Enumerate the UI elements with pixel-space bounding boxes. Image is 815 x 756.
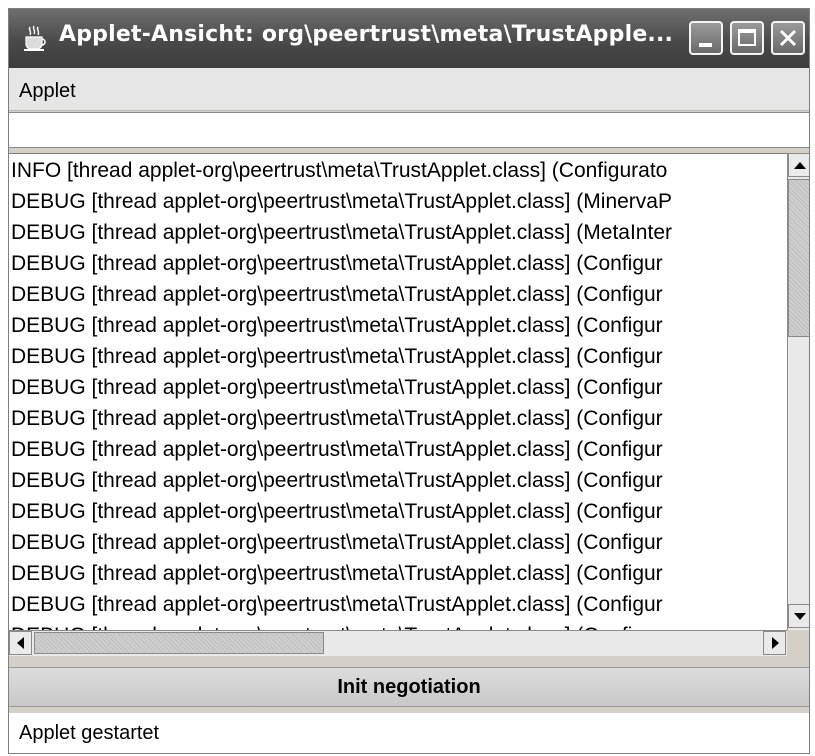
log-line: DEBUG [thread applet-org\peertrust\meta\… [11,621,663,630]
menu-applet[interactable]: Applet [19,80,76,103]
log-line: DEBUG [thread applet-org\peertrust\meta\… [11,376,663,399]
horizontal-scrollbar[interactable] [9,630,787,656]
scroll-left-button[interactable] [9,631,32,655]
applet-window: Applet-Ansicht: org\peertrust\meta\Trust… [8,8,810,754]
close-icon [779,29,797,47]
scroll-left-arrow-icon [17,637,24,649]
vertical-scroll-thumb[interactable] [788,179,809,337]
status-text: Applet gestartet [19,722,160,744]
status-bar: Applet gestartet [9,713,809,753]
scroll-down-button[interactable] [788,604,809,628]
maximize-button[interactable] [730,21,764,55]
minimize-icon [699,43,712,47]
log-line: DEBUG [thread applet-org\peertrust\meta\… [11,438,663,461]
title-bar[interactable]: Applet-Ansicht: org\peertrust\meta\Trust… [9,9,809,68]
init-negotiation-button[interactable]: Init negotiation [9,667,809,707]
log-line: DEBUG [thread applet-org\peertrust\meta\… [11,190,672,213]
log-line: DEBUG [thread applet-org\peertrust\meta\… [11,283,663,306]
vertical-scrollbar[interactable] [787,153,809,630]
log-line: DEBUG [thread applet-org\peertrust\meta\… [11,221,672,244]
log-line: DEBUG [thread applet-org\peertrust\meta\… [11,593,663,616]
log-line: DEBUG [thread applet-org\peertrust\meta\… [11,469,663,492]
applet-coffee-icon [24,25,46,51]
log-line: DEBUG [thread applet-org\peertrust\meta\… [11,345,663,368]
scroll-right-arrow-icon [772,637,779,649]
log-line: DEBUG [thread applet-org\peertrust\meta\… [11,407,663,430]
minimize-button[interactable] [689,21,723,55]
scroll-right-button[interactable] [763,631,786,655]
menu-bar: Applet [9,68,809,111]
scroll-up-arrow-icon [794,162,806,169]
command-input[interactable] [9,112,809,148]
scroll-up-button[interactable] [788,153,809,177]
close-button[interactable] [771,21,805,55]
log-line: DEBUG [thread applet-org\peertrust\meta\… [11,531,663,554]
log-area[interactable]: INFO [thread applet-org\peertrust\meta\T… [9,153,787,630]
log-line: DEBUG [thread applet-org\peertrust\meta\… [11,252,663,275]
scroll-corner [787,630,809,656]
log-line: DEBUG [thread applet-org\peertrust\meta\… [11,500,663,523]
horizontal-scroll-thumb[interactable] [34,632,324,654]
log-line: INFO [thread applet-org\peertrust\meta\T… [11,159,668,182]
log-line: DEBUG [thread applet-org\peertrust\meta\… [11,314,663,337]
scroll-down-arrow-icon [794,613,806,620]
maximize-icon [738,29,756,46]
log-line: DEBUG [thread applet-org\peertrust\meta\… [11,562,663,585]
window-title: Applet-Ansicht: org\peertrust\meta\Trust… [59,22,674,47]
